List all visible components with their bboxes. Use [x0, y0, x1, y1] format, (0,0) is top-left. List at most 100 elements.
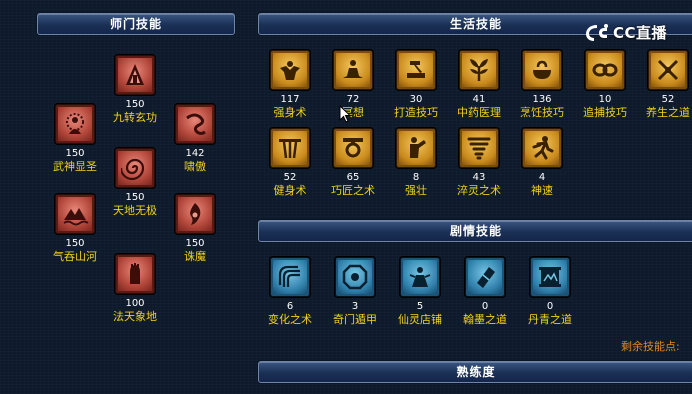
- school-skill-tiandi[interactable]: 150 天地无极: [105, 148, 165, 218]
- scroll-painting-icon: [530, 257, 570, 297]
- skill-level: 30: [409, 94, 423, 105]
- hammer-anvil-icon: [396, 50, 436, 90]
- life-skill-yangsheng[interactable]: 52 养生之道: [638, 50, 692, 120]
- skill-level: 6: [286, 301, 294, 312]
- school-skill-zhumo[interactable]: 150 诛魔: [165, 194, 225, 264]
- skill-name: 烹饪技巧: [520, 106, 564, 119]
- plot-skill-qimen[interactable]: 3 奇门遁甲: [325, 257, 385, 327]
- skill-level: 150: [65, 148, 85, 159]
- life-skill-shensu[interactable]: 4 神速: [512, 128, 572, 198]
- school-skill-jiuzhuan[interactable]: 150 九转玄功: [105, 55, 165, 125]
- mountain-wave-icon: [55, 194, 95, 234]
- sunburst-figure-icon: [55, 104, 95, 144]
- skill-name: 淬灵之术: [457, 184, 501, 197]
- life-skill-cuiling[interactable]: 43 淬灵之术: [449, 128, 509, 198]
- skill-name: 打造技巧: [394, 106, 438, 119]
- skill-level: 0: [481, 301, 489, 312]
- skill-name: 追捕技巧: [583, 106, 627, 119]
- skill-name: 法天象地: [113, 310, 157, 323]
- skill-name: 仙灵店铺: [398, 313, 442, 326]
- life-skill-zhongyao[interactable]: 41 中药医理: [449, 50, 509, 120]
- skill-level: 150: [185, 238, 205, 249]
- skill-name: 诛魔: [184, 250, 206, 263]
- skill-level: 5: [416, 301, 424, 312]
- pagoda-icon: [115, 55, 155, 95]
- dragon-icon: [175, 104, 215, 144]
- running-figure-icon: [522, 128, 562, 168]
- remaining-skill-points-label: 剩余技能点:: [621, 340, 680, 353]
- plot-skill-hanmo[interactable]: 0 翰墨之道: [455, 257, 515, 327]
- skill-name: 丹青之道: [528, 313, 572, 326]
- chain-link-icon: [585, 50, 625, 90]
- skill-name: 变化之术: [268, 313, 312, 326]
- skill-name: 冥想: [342, 106, 364, 119]
- skill-level: 10: [598, 94, 612, 105]
- skill-level: 117: [280, 94, 300, 105]
- skill-level: 52: [661, 94, 675, 105]
- fairy-shop-icon: [400, 257, 440, 297]
- school-skill-fatian[interactable]: 100 法天象地: [105, 254, 165, 324]
- raised-fist-icon: [115, 254, 155, 294]
- flexing-figure-icon: [396, 128, 436, 168]
- strongman-icon: [270, 50, 310, 90]
- bagua-icon: [335, 257, 375, 297]
- school-skill-qitun[interactable]: 150 气吞山河: [45, 194, 105, 264]
- inkstick-icon: [465, 257, 505, 297]
- life-skill-dazao[interactable]: 30 打造技巧: [386, 50, 446, 120]
- school-skills-header: 师门技能: [37, 13, 235, 35]
- watermark-text: CC直播: [613, 24, 668, 42]
- skill-level: 100: [125, 298, 145, 309]
- skill-level: 150: [125, 192, 145, 203]
- skill-level: 150: [125, 99, 145, 110]
- skill-name: 九转玄功: [113, 111, 157, 124]
- skill-name: 健身术: [273, 184, 307, 197]
- crossed-branches-icon: [648, 50, 688, 90]
- mouse-cursor-icon: [339, 105, 351, 123]
- life-skill-zhuibu[interactable]: 10 追捕技巧: [575, 50, 635, 120]
- plot-skills-header: 剧情技能: [258, 220, 692, 242]
- transform-swirl-icon: [270, 257, 310, 297]
- skill-name: 强壮: [405, 184, 427, 197]
- skill-name: 中药医理: [457, 106, 501, 119]
- vortex-icon: [115, 148, 155, 188]
- cooking-pot-icon: [522, 50, 562, 90]
- skill-level: 41: [472, 94, 486, 105]
- life-skill-qiangshen[interactable]: 117 强身术: [260, 50, 320, 120]
- skill-name: 啸傲: [184, 160, 206, 173]
- school-skill-wushen[interactable]: 150 武神显圣: [45, 104, 105, 174]
- plot-skill-danqing[interactable]: 0 丹青之道: [520, 257, 580, 327]
- life-skill-jianshen[interactable]: 52 健身术: [260, 128, 320, 198]
- skill-name: 奇门遁甲: [333, 313, 377, 326]
- skill-level: 72: [346, 94, 360, 105]
- skill-level: 136: [532, 94, 552, 105]
- skill-level: 142: [185, 148, 205, 159]
- flame-blade-icon: [175, 194, 215, 234]
- school-skill-xiaoao[interactable]: 142 啸傲: [165, 104, 225, 174]
- life-skill-mingxiang[interactable]: 72 冥想: [323, 50, 383, 120]
- skill-level: 8: [412, 172, 420, 183]
- skill-level: 150: [65, 238, 85, 249]
- skill-name: 养生之道: [646, 106, 690, 119]
- skill-name: 武神显圣: [53, 160, 97, 173]
- skill-level: 65: [346, 172, 360, 183]
- life-skill-qiaojiang[interactable]: 65 巧匠之术: [323, 128, 383, 198]
- skill-level: 0: [546, 301, 554, 312]
- skill-name: 翰墨之道: [463, 313, 507, 326]
- proficiency-header: 熟练度: [258, 361, 692, 383]
- skill-name: 天地无极: [113, 204, 157, 217]
- barbell-icon: [270, 128, 310, 168]
- plot-skill-bianhua[interactable]: 6 变化之术: [260, 257, 320, 327]
- herb-icon: [459, 50, 499, 90]
- skill-level: 52: [283, 172, 297, 183]
- skill-level: 4: [538, 172, 546, 183]
- life-skill-qiangzhuang[interactable]: 8 强壮: [386, 128, 446, 198]
- cc-logo-icon: [586, 23, 608, 41]
- skill-name: 巧匠之术: [331, 184, 375, 197]
- cc-live-watermark: CC直播: [584, 22, 667, 43]
- craft-tools-icon: [333, 128, 373, 168]
- plot-skill-xianling[interactable]: 5 仙灵店铺: [390, 257, 450, 327]
- life-skill-pengren[interactable]: 136 烹饪技巧: [512, 50, 572, 120]
- skill-level: 43: [472, 172, 486, 183]
- meditation-icon: [333, 50, 373, 90]
- skill-name: 强身术: [273, 106, 307, 119]
